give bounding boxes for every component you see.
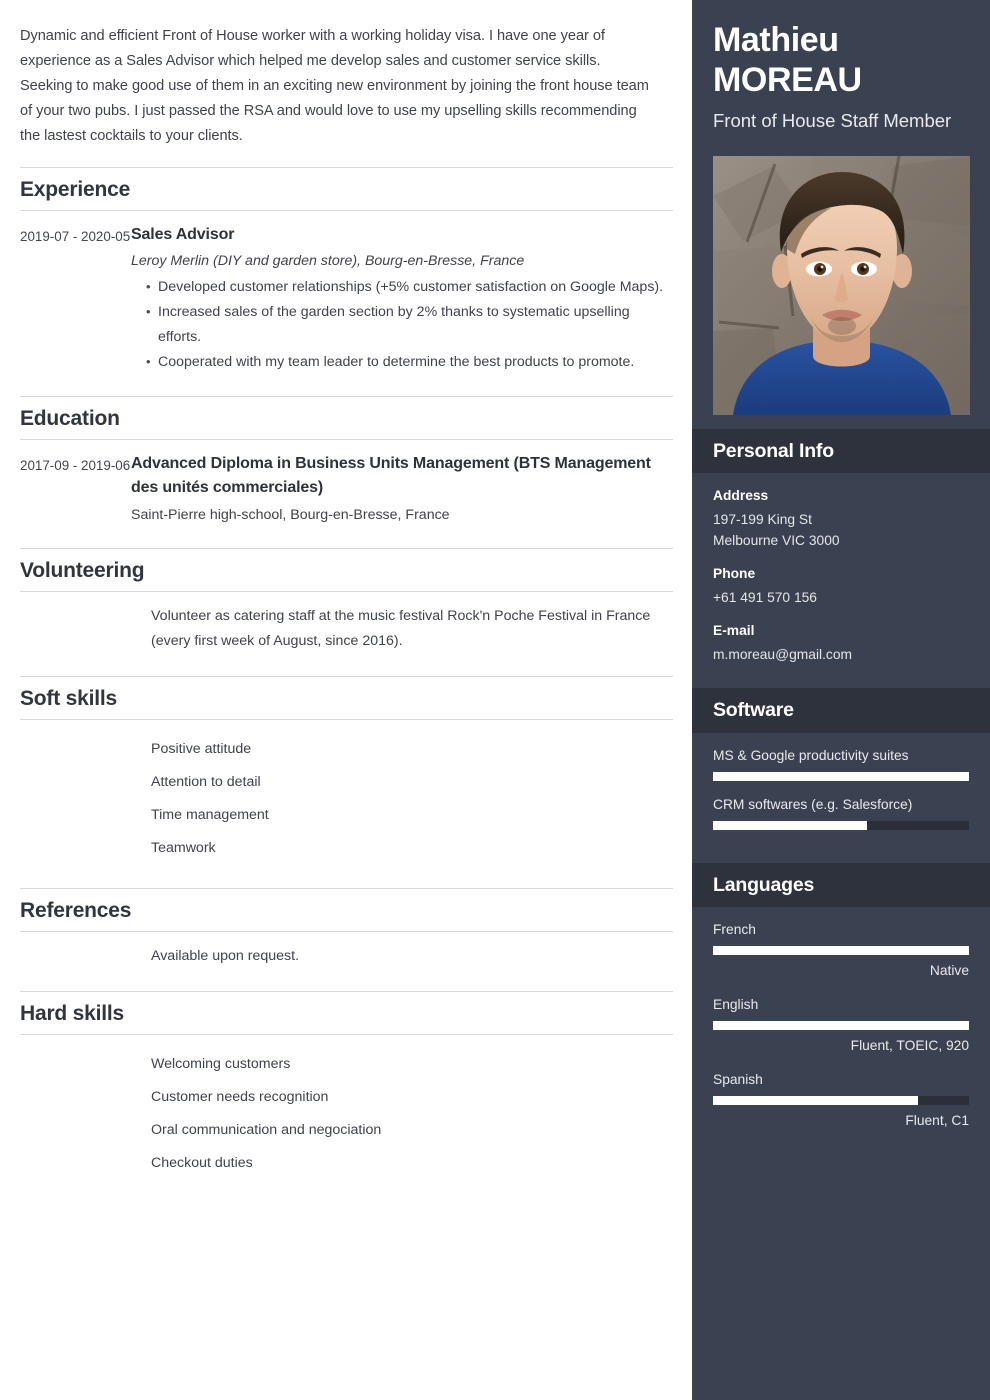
language-bar-fill <box>713 1096 918 1106</box>
entry-body: Advanced Diploma in Business Units Manag… <box>131 452 673 527</box>
job-title: Front of House Staff Member <box>713 110 952 131</box>
sidebar-section-title: Languages <box>713 873 815 896</box>
section-title: Education <box>20 407 120 431</box>
section-title: Experience <box>20 178 131 201</box>
section-header-references: References <box>20 888 673 933</box>
list-item: Teamwork <box>151 839 216 856</box>
language-row: French Native <box>713 920 969 981</box>
main-column: Dynamic and efficient Front of House wor… <box>0 0 692 1400</box>
skill-bar-track <box>713 820 969 830</box>
page-title: Mathieu MOREAU <box>713 20 969 100</box>
language-bar-fill <box>713 946 969 956</box>
language-name: English <box>713 997 759 1013</box>
list-item: Cooperated with my team leader to determ… <box>146 349 667 375</box>
references-text: Available upon request. <box>151 948 300 965</box>
skill-bar-fill <box>713 771 969 781</box>
sidebar: Mathieu MOREAU Front of House Staff Memb… <box>692 0 990 1400</box>
info-label: Phone <box>713 566 756 582</box>
section-header-volunteering: Volunteering <box>20 548 673 593</box>
section-title: Hard skills <box>20 1002 125 1026</box>
section-experience: Experience 2019-07 - 2020-05 Sales Advis… <box>20 167 673 378</box>
personal-info-body: Address 197-199 King St Melbourne VIC 30… <box>692 473 990 674</box>
info-value: +61 491 570 156 <box>713 590 817 606</box>
info-value: 197-199 King St Melbourne VIC 3000 <box>713 512 840 549</box>
summary-paragraph: Dynamic and efficient Front of House wor… <box>20 28 649 144</box>
last-name: MOREAU <box>713 61 862 99</box>
education-entry: 2017-09 - 2019-06 Advanced Diploma in Bu… <box>20 440 673 530</box>
skill-bar-track <box>713 771 969 781</box>
software-skill-row: MS & Google productivity suites <box>713 746 969 781</box>
language-level-note: Fluent, TOEIC, 920 <box>850 1038 969 1054</box>
avatar <box>713 156 970 415</box>
list-item: Customer needs recognition <box>151 1088 329 1105</box>
entry-school: Saint-Pierre high-school, Bourg-en-Bress… <box>131 507 450 524</box>
entry-degree-title: Advanced Diploma in Business Units Manag… <box>131 455 651 497</box>
section-references: References Available upon request. <box>20 888 673 973</box>
info-label: Address <box>713 488 769 504</box>
list-item: Attention to detail <box>151 773 261 790</box>
sidebar-section-header-personal-info: Personal Info <box>692 429 990 474</box>
volunteering-body: Volunteer as catering staff at the music… <box>20 592 673 658</box>
language-level-note: Fluent, C1 <box>905 1113 969 1129</box>
list-item: Checkout duties <box>151 1154 253 1171</box>
section-title: Soft skills <box>20 687 117 711</box>
entry-job-title: Sales Advisor <box>131 226 235 244</box>
language-bar-track <box>713 1021 969 1031</box>
section-header-hard-skills: Hard skills <box>20 991 673 1036</box>
section-title: Volunteering <box>20 559 145 583</box>
language-row: Spanish Fluent, C1 <box>713 1070 969 1131</box>
entry-body: Sales Advisor Leroy Merlin (DIY and gard… <box>131 223 673 375</box>
section-header-education: Education <box>20 396 673 441</box>
software-body: MS & Google productivity suites CRM soft… <box>692 733 990 849</box>
section-title: References <box>20 899 132 923</box>
sidebar-section-title: Software <box>713 699 794 722</box>
language-level-note: Native <box>929 963 969 979</box>
resume-page: Dynamic and efficient Front of House wor… <box>0 0 990 1400</box>
software-skill-row: CRM softwares (e.g. Salesforce) <box>713 795 969 830</box>
section-soft-skills: Soft skills Positive attitude Attention … <box>20 676 673 870</box>
list-item: Welcoming customers <box>151 1055 291 1072</box>
volunteering-text: Volunteer as catering staff at the music… <box>151 608 651 650</box>
skill-name: MS & Google productivity suites <box>713 747 909 763</box>
language-name: French <box>713 922 756 938</box>
section-volunteering: Volunteering Volunteer as catering staff… <box>20 548 673 658</box>
references-body: Available upon request. <box>20 932 673 973</box>
language-name: Spanish <box>713 1072 763 1088</box>
section-hard-skills: Hard skills Welcoming customers Customer… <box>20 991 673 1185</box>
section-education: Education 2017-09 - 2019-06 Advanced Dip… <box>20 396 673 530</box>
entry-dates: 2019-07 - 2020-05 <box>20 229 131 245</box>
language-bar-track <box>713 1096 969 1106</box>
first-name: Mathieu <box>713 21 839 59</box>
section-header-soft-skills: Soft skills <box>20 676 673 721</box>
list-item: Time management <box>151 806 269 823</box>
list-item: Positive attitude <box>151 740 252 757</box>
entry-company: Leroy Merlin (DIY and garden store), Bou… <box>131 253 525 270</box>
info-group-email: E-mail m.moreau@gmail.com <box>713 621 969 665</box>
list-item: Increased sales of the garden section by… <box>146 299 667 350</box>
hard-skills-list: Welcoming customers Customer needs recog… <box>20 1035 673 1185</box>
sidebar-section-header-software: Software <box>692 688 990 733</box>
soft-skills-list: Positive attitude Attention to detail Ti… <box>20 720 673 870</box>
entry-bullet-list: Developed customer relationships (+5% cu… <box>131 274 667 375</box>
section-header-experience: Experience <box>20 167 673 212</box>
skill-name: CRM softwares (e.g. Salesforce) <box>713 796 913 812</box>
languages-body: French Native English Fluent, TOEIC, 920… <box>692 907 990 1150</box>
experience-entry: 2019-07 - 2020-05 Sales Advisor Leroy Me… <box>20 211 673 378</box>
sidebar-section-header-languages: Languages <box>692 862 990 908</box>
portrait-photo <box>713 156 970 415</box>
list-item: Oral communication and negociation <box>151 1121 382 1138</box>
sidebar-identity: Mathieu MOREAU Front of House Staff Memb… <box>692 20 990 415</box>
language-bar-track <box>713 946 969 956</box>
language-bar-fill <box>713 1021 969 1031</box>
skill-bar-fill <box>713 820 867 830</box>
info-group-phone: Phone +61 491 570 156 <box>713 564 969 608</box>
language-row: English Fluent, TOEIC, 920 <box>713 995 969 1056</box>
entry-dates: 2017-09 - 2019-06 <box>20 458 131 474</box>
info-label: E-mail <box>713 623 755 639</box>
sidebar-section-title: Personal Info <box>713 440 834 462</box>
info-value: m.moreau@gmail.com <box>713 647 852 663</box>
info-group-address: Address 197-199 King St Melbourne VIC 30… <box>713 486 969 551</box>
list-item: Developed customer relationships (+5% cu… <box>146 274 667 300</box>
